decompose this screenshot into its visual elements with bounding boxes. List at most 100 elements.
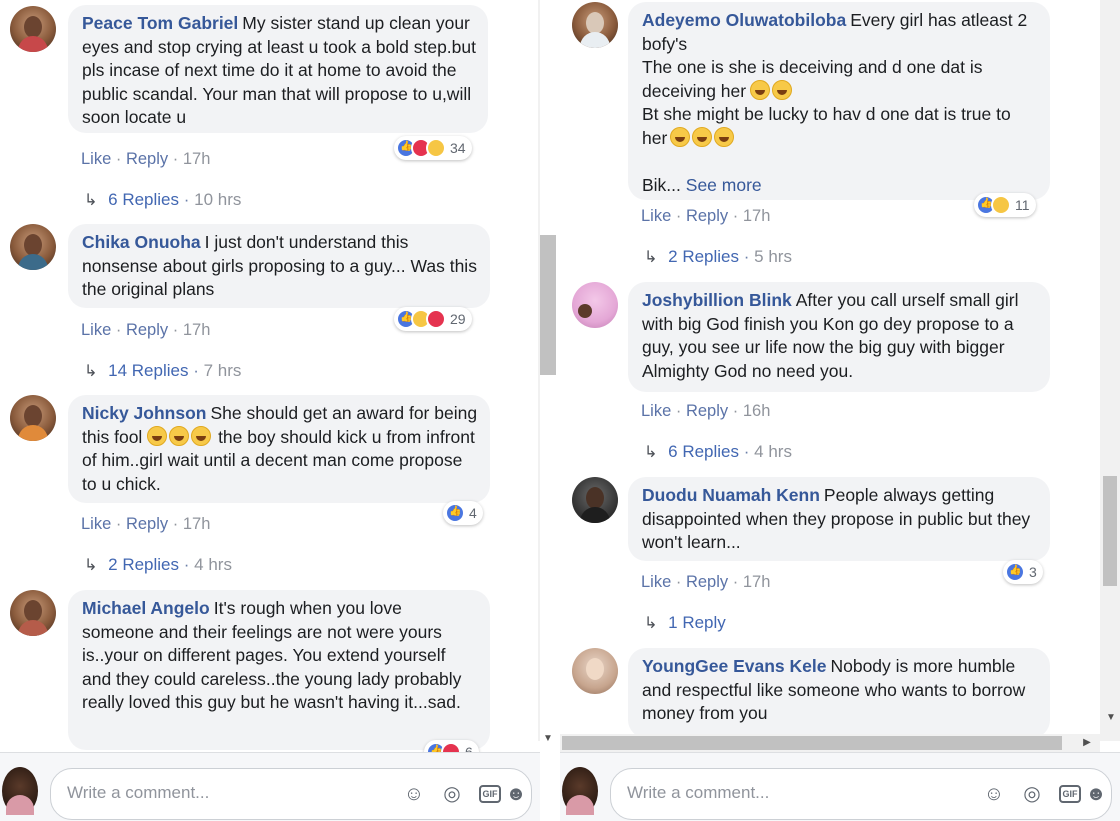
reaction-count: 34: [450, 140, 466, 156]
scroll-thumb[interactable]: [540, 235, 556, 375]
replies-time: 5 hrs: [754, 247, 792, 266]
comment-bubble: Adeyemo Oluwatobiloba Every girl has atle…: [628, 2, 1050, 200]
reply-link[interactable]: Reply: [686, 402, 728, 420]
reaction-summary[interactable]: 29: [394, 307, 472, 331]
gif-icon[interactable]: GIF: [1059, 785, 1081, 803]
comment-text: The one is she is deceiving and d one da…: [642, 57, 983, 101]
comment-time[interactable]: 17h: [183, 321, 211, 339]
avatar[interactable]: [572, 648, 618, 694]
like-reaction-icon: [445, 503, 465, 523]
comment-author[interactable]: Adeyemo Oluwatobiloba: [642, 10, 846, 30]
comment-composer: Write a comment... ☺ ◎ GIF ☻: [560, 752, 1120, 821]
sticker-icon[interactable]: ☻: [503, 781, 529, 807]
replies-count[interactable]: 14 Replies: [108, 361, 188, 380]
comment-time[interactable]: 17h: [743, 207, 771, 225]
gif-icon[interactable]: GIF: [479, 785, 501, 803]
scroll-right-arrow[interactable]: ▶: [1078, 735, 1096, 751]
laughing-emoji-icon: [191, 425, 212, 446]
comment-author[interactable]: Michael Angelo: [82, 598, 210, 618]
reply-link[interactable]: Reply: [126, 150, 168, 168]
reply-link[interactable]: Reply: [686, 207, 728, 225]
horizontal-scrollbar[interactable]: ▶: [560, 734, 1100, 752]
reaction-count: 29: [450, 311, 466, 327]
replies-count[interactable]: 1 Reply: [668, 613, 726, 632]
like-link[interactable]: Like: [81, 515, 111, 533]
user-avatar: [562, 767, 598, 815]
avatar[interactable]: [572, 477, 618, 523]
smiley-icon[interactable]: ☺: [401, 781, 427, 807]
user-avatar: [2, 767, 38, 815]
avatar[interactable]: [572, 282, 618, 328]
sticker-icon[interactable]: ☻: [1083, 781, 1109, 807]
laughing-emoji-icon: [670, 126, 691, 147]
replies-count[interactable]: 2 Replies: [668, 247, 739, 266]
comment-author[interactable]: YoungGee Evans Kele: [642, 656, 826, 676]
view-replies[interactable]: ↳ 1 Reply: [644, 613, 726, 633]
like-link[interactable]: Like: [641, 402, 671, 420]
comment-time[interactable]: 16h: [743, 402, 771, 420]
comment-author[interactable]: Chika Onuoha: [82, 232, 201, 252]
reply-link[interactable]: Reply: [686, 573, 728, 591]
reaction-summary[interactable]: 11: [974, 193, 1036, 217]
comment-author[interactable]: Joshybillion Blink: [642, 290, 792, 310]
separator: ·: [193, 361, 199, 380]
right-comment-pane: Adeyemo Oluwatobiloba Every girl has atle…: [560, 0, 1120, 821]
like-link[interactable]: Like: [641, 573, 671, 591]
reaction-count: 3: [1029, 564, 1037, 580]
like-link[interactable]: Like: [641, 207, 671, 225]
comment-author[interactable]: Nicky Johnson: [82, 403, 206, 423]
comment-bubble: Michael Angelo It's rough when you love s…: [68, 590, 490, 750]
smiley-icon[interactable]: ☺: [981, 781, 1007, 807]
reaction-summary[interactable]: 4: [443, 501, 483, 525]
reply-arrow-icon: ↳: [84, 363, 98, 380]
comment-author[interactable]: Duodu Nuamah Kenn: [642, 485, 820, 505]
avatar[interactable]: [10, 6, 56, 52]
view-replies[interactable]: ↳ 6 Replies · 4 hrs: [644, 442, 792, 462]
reply-link[interactable]: Reply: [126, 515, 168, 533]
reaction-summary[interactable]: 34: [394, 136, 472, 160]
comment-time[interactable]: 17h: [743, 573, 771, 591]
replies-time: 4 hrs: [754, 442, 792, 461]
avatar[interactable]: [10, 395, 56, 441]
reaction-summary[interactable]: 3: [1003, 560, 1043, 584]
avatar[interactable]: [10, 224, 56, 270]
separator: ·: [732, 207, 739, 225]
view-replies[interactable]: ↳ 14 Replies · 7 hrs: [84, 361, 241, 381]
replies-time: 7 hrs: [203, 361, 242, 380]
reaction-count: 11: [1015, 197, 1030, 213]
see-more-link[interactable]: See more: [686, 175, 762, 195]
replies-count[interactable]: 6 Replies: [108, 190, 179, 209]
replies-count[interactable]: 2 Replies: [108, 555, 179, 574]
comment-actions: Like · Reply · 17h: [641, 573, 770, 592]
view-replies[interactable]: ↳ 6 Replies · 10 hrs: [84, 190, 241, 210]
camera-icon[interactable]: ◎: [1019, 781, 1045, 807]
reply-arrow-icon: ↳: [84, 192, 98, 209]
comment-author[interactable]: Peace Tom Gabriel: [82, 13, 238, 33]
laughing-emoji-icon: [714, 126, 735, 147]
replies-time: 4 hrs: [194, 555, 232, 574]
separator: ·: [115, 150, 122, 168]
like-link[interactable]: Like: [81, 150, 111, 168]
scroll-down-arrow[interactable]: ▼: [1102, 710, 1120, 726]
separator: ·: [115, 321, 122, 339]
view-replies[interactable]: ↳ 2 Replies · 4 hrs: [84, 555, 232, 575]
scroll-down-arrow[interactable]: ▼: [540, 733, 556, 747]
comment-actions: Like · Reply · 17h: [641, 207, 770, 226]
comment-input[interactable]: Write a comment... ☺ ◎ GIF ☻: [610, 768, 1112, 820]
comment-bubble: Duodu Nuamah Kenn People always getting d…: [628, 477, 1050, 561]
scroll-thumb[interactable]: [1103, 476, 1117, 586]
replies-count[interactable]: 6 Replies: [668, 442, 739, 461]
camera-icon[interactable]: ◎: [439, 781, 465, 807]
avatar[interactable]: [572, 2, 618, 48]
comment-actions: Like · Reply · 17h: [81, 515, 210, 534]
like-link[interactable]: Like: [81, 321, 111, 339]
right-scrollbar[interactable]: ▼: [1100, 0, 1120, 741]
separator: ·: [115, 515, 122, 533]
avatar[interactable]: [10, 590, 56, 636]
reply-link[interactable]: Reply: [126, 321, 168, 339]
comment-input[interactable]: Write a comment... ☺ ◎ GIF ☻: [50, 768, 532, 820]
horizontal-scroll-thumb[interactable]: [562, 736, 1062, 750]
comment-time[interactable]: 17h: [183, 150, 211, 168]
view-replies[interactable]: ↳ 2 Replies · 5 hrs: [644, 247, 792, 267]
comment-time[interactable]: 17h: [183, 515, 211, 533]
